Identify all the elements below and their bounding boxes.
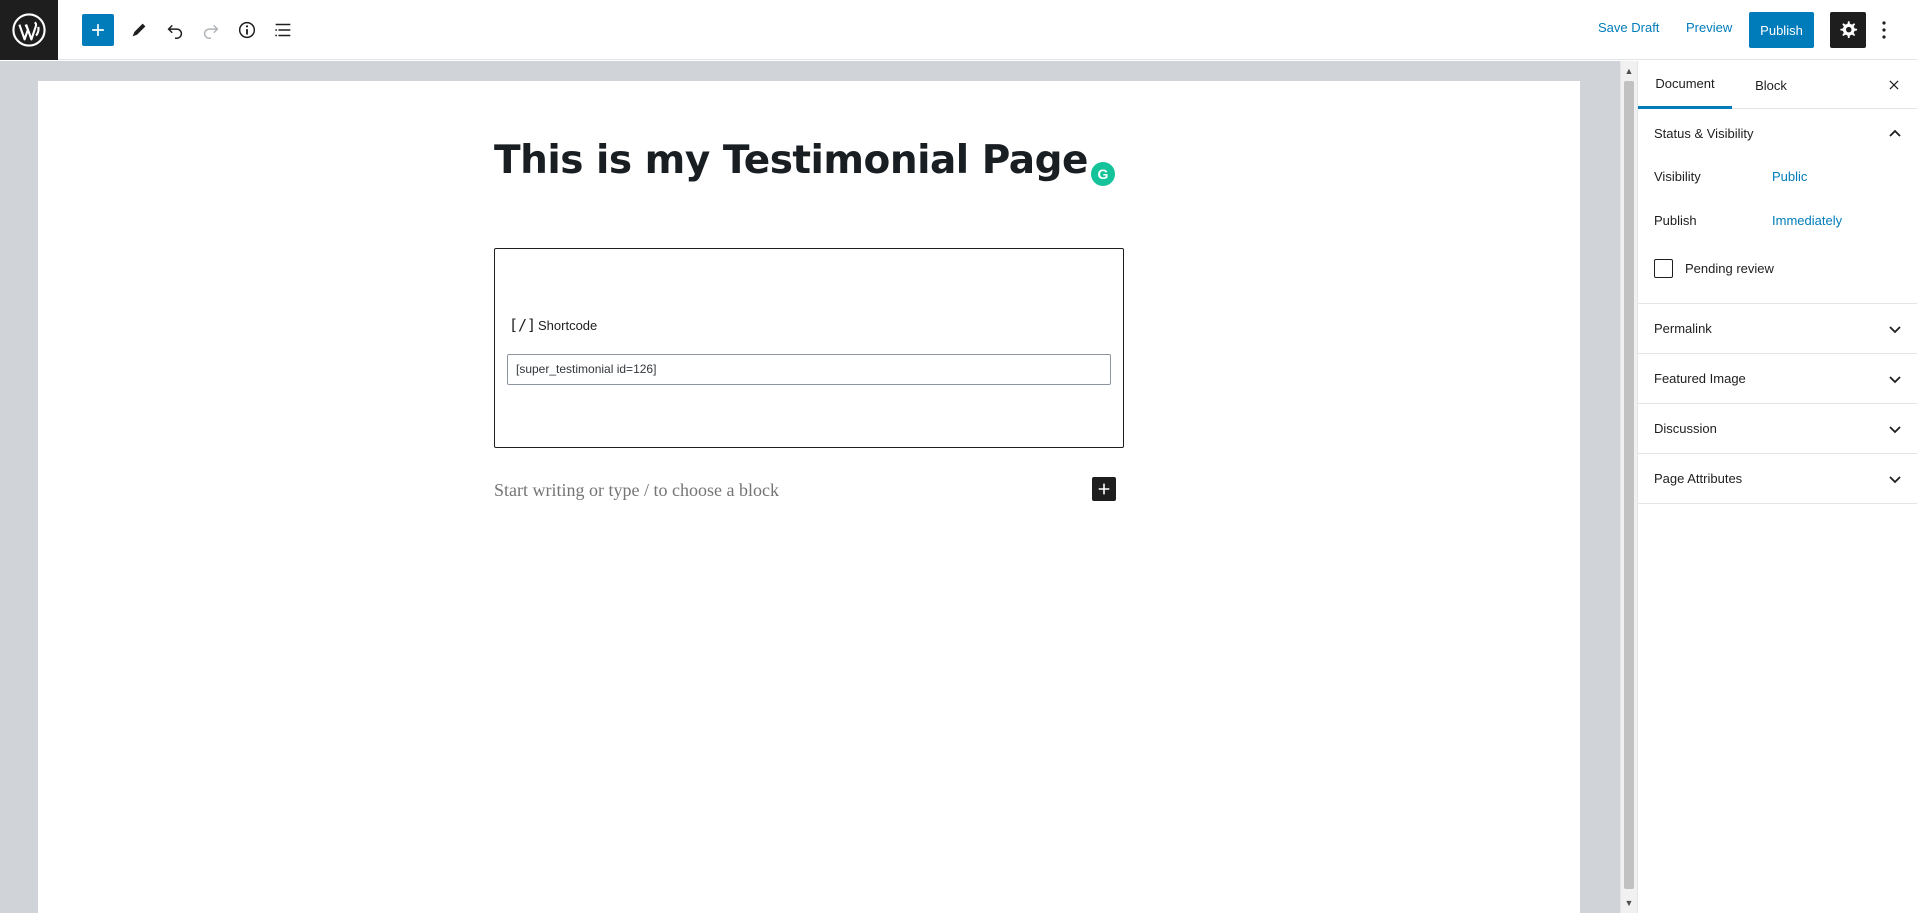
publish-button[interactable]: Publish bbox=[1749, 12, 1814, 48]
pending-review-label[interactable]: Pending review bbox=[1685, 261, 1774, 276]
canvas-scrollbar[interactable]: ▲ ▼ bbox=[1620, 61, 1637, 913]
save-draft-button[interactable]: Save Draft bbox=[1598, 20, 1659, 35]
page-attributes-panel[interactable]: Page Attributes bbox=[1638, 454, 1917, 504]
redo-button[interactable] bbox=[195, 14, 227, 46]
post-title[interactable]: This is my Testimonial Page bbox=[494, 138, 1088, 183]
publish-date-value[interactable]: Immediately bbox=[1772, 213, 1842, 228]
status-visibility-toggle[interactable]: Status & Visibility bbox=[1638, 109, 1917, 159]
content-info-button[interactable] bbox=[231, 14, 263, 46]
sidebar-tabs: Document Block bbox=[1638, 61, 1917, 109]
settings-button[interactable] bbox=[1830, 12, 1866, 48]
chevron-down-icon bbox=[1889, 376, 1901, 384]
undo-button[interactable] bbox=[159, 14, 191, 46]
plus-icon bbox=[92, 24, 104, 36]
shortcode-block[interactable]: [/] Shortcode [super_testimonial id=126] bbox=[494, 248, 1124, 448]
pending-review-checkbox[interactable] bbox=[1654, 259, 1673, 278]
scroll-up-arrow-icon[interactable]: ▲ bbox=[1621, 65, 1637, 77]
chevron-down-icon bbox=[1889, 426, 1901, 434]
inline-add-block-button[interactable] bbox=[1092, 477, 1116, 501]
add-block-button[interactable] bbox=[82, 14, 114, 46]
chevron-down-icon bbox=[1889, 326, 1901, 334]
discussion-panel[interactable]: Discussion bbox=[1638, 404, 1917, 454]
close-icon bbox=[1889, 80, 1899, 90]
plus-icon bbox=[1098, 483, 1110, 495]
tab-document[interactable]: Document bbox=[1638, 61, 1732, 109]
wordpress-logo-icon[interactable] bbox=[0, 0, 58, 60]
more-vertical-icon bbox=[1882, 21, 1886, 39]
publish-label: Publish bbox=[1654, 213, 1697, 228]
pencil-icon bbox=[132, 23, 146, 37]
grammarly-icon[interactable]: G bbox=[1091, 162, 1115, 186]
block-navigation-button[interactable] bbox=[267, 14, 299, 46]
editor-canvas bbox=[38, 81, 1580, 913]
chevron-down-icon bbox=[1889, 476, 1901, 484]
tools-button[interactable] bbox=[123, 14, 155, 46]
settings-sidebar: Document Block Status & Visibility Visib… bbox=[1637, 61, 1917, 913]
panel-title: Permalink bbox=[1654, 321, 1712, 336]
scroll-thumb[interactable] bbox=[1624, 81, 1634, 889]
scroll-down-arrow-icon[interactable]: ▼ bbox=[1621, 897, 1637, 909]
panel-title: Page Attributes bbox=[1654, 471, 1743, 486]
visibility-value[interactable]: Public bbox=[1772, 169, 1807, 184]
panel-title: Discussion bbox=[1654, 421, 1717, 436]
featured-image-panel[interactable]: Featured Image bbox=[1638, 354, 1917, 404]
panel-title: Featured Image bbox=[1654, 371, 1746, 386]
info-icon bbox=[238, 21, 256, 39]
redo-icon bbox=[203, 24, 219, 39]
panel-title: Status & Visibility bbox=[1654, 126, 1754, 141]
gear-icon bbox=[1840, 21, 1858, 38]
shortcode-input[interactable]: [super_testimonial id=126] bbox=[507, 354, 1111, 385]
close-sidebar-button[interactable] bbox=[1882, 73, 1906, 97]
chevron-up-icon bbox=[1889, 129, 1901, 137]
shortcode-icon: [/] bbox=[509, 316, 537, 334]
preview-button[interactable]: Preview bbox=[1686, 20, 1732, 35]
shortcode-label: Shortcode bbox=[538, 318, 598, 333]
status-visibility-panel: Status & Visibility Visibility Public Pu… bbox=[1638, 109, 1917, 304]
more-options-button[interactable] bbox=[1872, 16, 1896, 44]
list-view-icon bbox=[275, 23, 291, 37]
undo-icon bbox=[167, 24, 183, 39]
permalink-panel[interactable]: Permalink bbox=[1638, 304, 1917, 354]
editor-header: Save Draft Preview Publish bbox=[0, 0, 1917, 60]
tab-block[interactable]: Block bbox=[1746, 61, 1796, 109]
visibility-label: Visibility bbox=[1654, 169, 1701, 184]
default-block-appender[interactable]: Start writing or type / to choose a bloc… bbox=[494, 480, 779, 501]
